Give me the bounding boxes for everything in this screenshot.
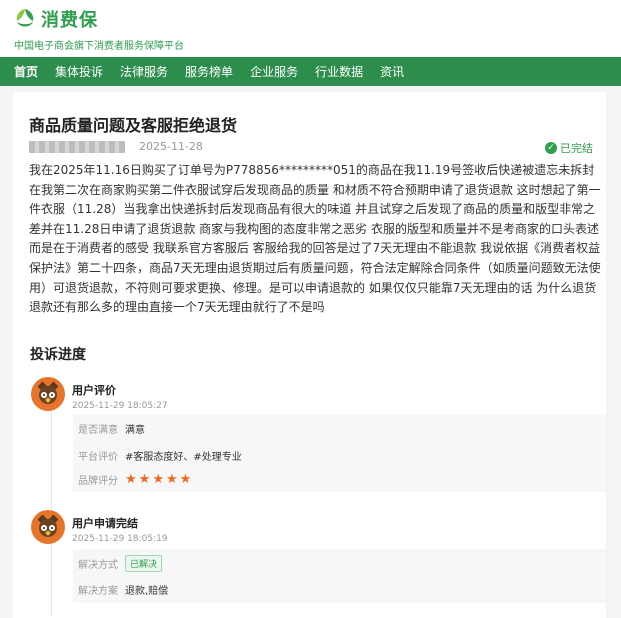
brand-rating-label: 品牌评分 bbox=[78, 476, 118, 487]
plan-value: 退款,赔偿 bbox=[125, 586, 169, 597]
main-nav: 首页 集体投诉 法律服务 服务榜单 企业服务 行业数据 资讯 bbox=[0, 57, 621, 86]
complaint-meta: 2025-11-28 bbox=[29, 140, 203, 153]
entry-time: 2025-11-29 18:05:19 bbox=[72, 534, 168, 544]
progress-section-title: 投诉进度 bbox=[30, 347, 86, 363]
plan-row: 解决方案 退款,赔偿 bbox=[78, 582, 168, 597]
owl-avatar-icon bbox=[31, 510, 65, 544]
platform-label: 平台评价 bbox=[78, 452, 118, 463]
site-header: 消费保 中国电子商会旗下消费者服务保障平台 bbox=[0, 0, 621, 57]
nav-item-news[interactable]: 资讯 bbox=[380, 63, 404, 80]
entry-title: 用户评价 bbox=[72, 384, 116, 397]
star-rating: ★ ★ ★ ★ ★ bbox=[125, 473, 193, 486]
evaluation-box: 是否满意 满意 平台评价 #客服态度好、#处理专业 品牌评分 ★ ★ ★ ★ ★ bbox=[73, 415, 606, 492]
star-icon: ★ bbox=[138, 472, 151, 487]
satisfied-row: 是否满意 满意 bbox=[78, 421, 145, 436]
nav-item-enterprise-service[interactable]: 企业服务 bbox=[250, 63, 298, 80]
brand-tagline: 中国电子商会旗下消费者服务保障平台 bbox=[14, 41, 184, 52]
nav-item-home[interactable]: 首页 bbox=[14, 63, 38, 80]
resolution-box: 解决方式 已解决 解决方案 退款,赔偿 bbox=[73, 549, 606, 603]
status-badge: ✓ 已完结 bbox=[545, 140, 593, 156]
leaf-logo-icon bbox=[14, 8, 36, 30]
complaint-body: 我在2025年11.16日购买了订单号为P778856*********051的… bbox=[29, 163, 601, 315]
resolved-badge: 已解决 bbox=[125, 555, 163, 572]
satisfied-label: 是否满意 bbox=[78, 425, 118, 436]
entry-time: 2025-11-29 18:05:27 bbox=[72, 401, 168, 411]
satisfied-value: 满意 bbox=[125, 425, 145, 436]
platform-row: 平台评价 #客服态度好、#处理专业 bbox=[78, 448, 242, 463]
owl-avatar-icon bbox=[31, 377, 65, 411]
entry-title: 用户申请完结 bbox=[72, 517, 138, 530]
star-icon: ★ bbox=[179, 472, 192, 487]
logo[interactable]: 消费保 bbox=[14, 6, 621, 32]
star-icon: ★ bbox=[152, 472, 164, 487]
complaint-date: 2025-11-28 bbox=[139, 140, 203, 153]
star-icon: ★ bbox=[125, 472, 137, 487]
complaint-title: 商品质量问题及客服拒绝退货 bbox=[29, 116, 238, 135]
nav-item-industry-data[interactable]: 行业数据 bbox=[315, 63, 363, 80]
masked-username bbox=[29, 140, 125, 153]
complaint-card: 商品质量问题及客服拒绝退货 2025-11-28 ✓ 已完结 我在2025年11… bbox=[13, 92, 606, 618]
nav-item-legal-service[interactable]: 法律服务 bbox=[120, 63, 168, 80]
brand-name: 消费保 bbox=[41, 10, 98, 31]
brand-rating-row: 品牌评分 ★ ★ ★ ★ ★ bbox=[78, 472, 193, 487]
star-icon: ★ bbox=[165, 472, 178, 487]
method-row: 解决方式 已解决 bbox=[78, 555, 163, 572]
platform-tags: #客服态度好、#处理专业 bbox=[125, 452, 242, 463]
status-label: 已完结 bbox=[560, 142, 593, 155]
nav-item-service-ranking[interactable]: 服务榜单 bbox=[185, 63, 233, 80]
timeline-line bbox=[51, 395, 52, 617]
method-label: 解决方式 bbox=[78, 560, 118, 571]
nav-item-collective-complaint[interactable]: 集体投诉 bbox=[55, 63, 103, 80]
plan-label: 解决方案 bbox=[78, 586, 118, 597]
check-circle-icon: ✓ bbox=[545, 142, 557, 154]
